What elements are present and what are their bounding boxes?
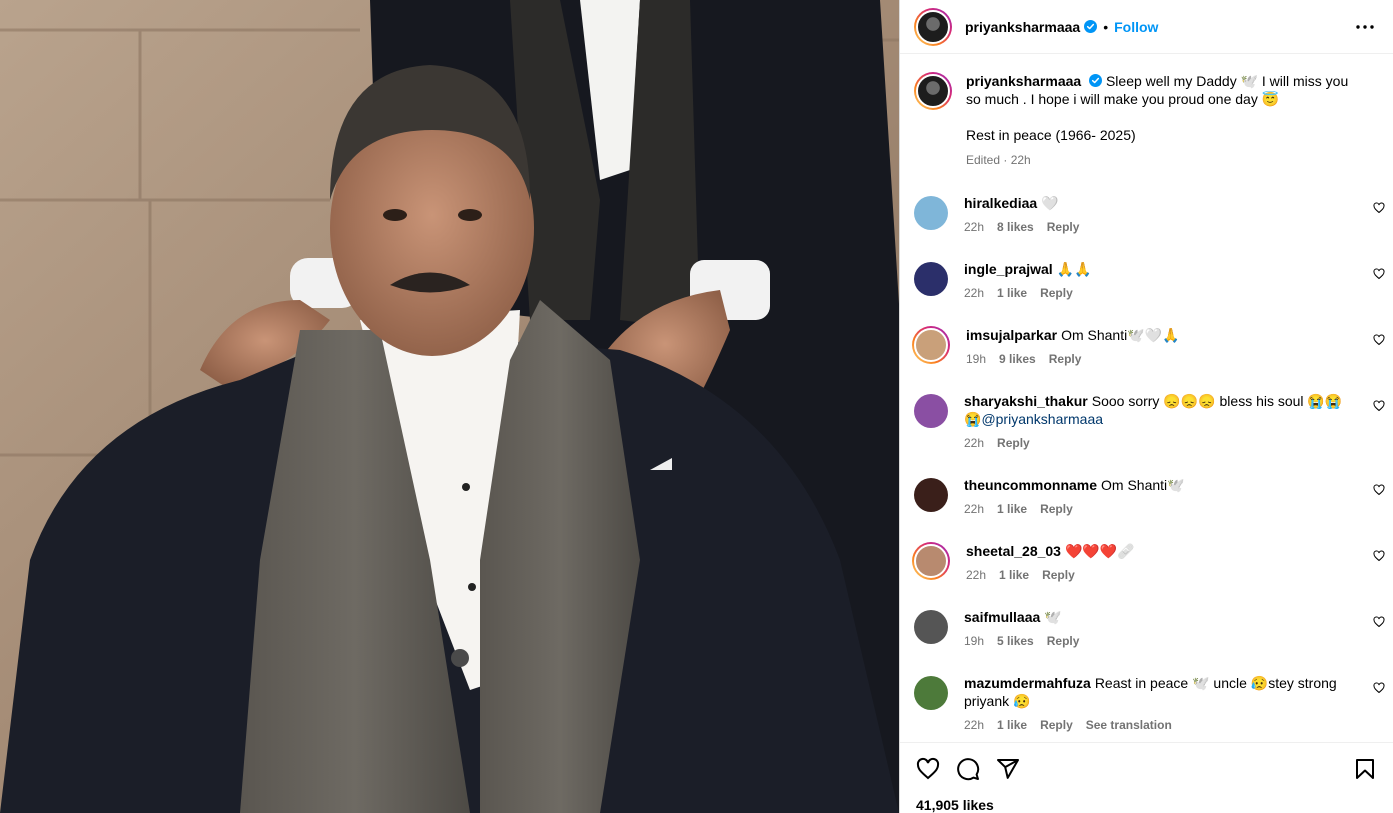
caption-text-line2: Rest in peace (1966- 2025) <box>966 127 1136 143</box>
comment-icon[interactable] <box>956 757 980 781</box>
verified-badge-icon <box>1089 74 1103 87</box>
caption-username[interactable]: priyanksharmaaa <box>966 73 1081 89</box>
verified-badge-icon <box>1084 20 1098 33</box>
comment-like-heart-icon[interactable] <box>1373 334 1385 346</box>
comment-username[interactable]: imsujalparkar <box>966 327 1057 343</box>
comment-username[interactable]: theuncommonname <box>964 477 1097 493</box>
comment-likes[interactable]: 9 likes <box>999 350 1036 368</box>
share-icon[interactable] <box>996 757 1020 781</box>
comment-time[interactable]: 22h <box>964 218 984 236</box>
reply-button[interactable]: Reply <box>1040 284 1073 302</box>
commenter-avatar[interactable] <box>914 478 948 512</box>
comment-username[interactable]: ingle_prajwal <box>964 261 1053 277</box>
comment-time[interactable]: 19h <box>966 350 986 368</box>
commenter-avatar[interactable] <box>914 610 948 644</box>
caption-avatar[interactable] <box>914 72 952 110</box>
mention-link[interactable]: @priyanksharmaaa <box>981 411 1103 427</box>
comment-item: hiralkediaa 🤍 22h 8 likes Reply <box>914 194 1393 236</box>
comment-likes[interactable]: 1 like <box>999 566 1029 584</box>
comment-text: Om Shanti🕊️ <box>1101 477 1185 493</box>
comment-likes[interactable]: 1 like <box>997 500 1027 518</box>
comment-time[interactable]: 22h <box>966 566 986 584</box>
comment-text: 🤍 <box>1041 195 1059 211</box>
post-caption: priyanksharmaaa Sleep well my Daddy 🕊️ I… <box>900 54 1393 169</box>
comment-like-heart-icon[interactable] <box>1373 484 1385 496</box>
post-image <box>0 0 899 813</box>
comment-text: Sooo sorry 😞😞😞 bless his soul 😭😭 <box>1091 393 1343 409</box>
more-options-icon[interactable] <box>1353 15 1377 39</box>
comment-text-line2: 😭 <box>964 411 982 427</box>
comment-time[interactable]: 19h <box>964 632 984 650</box>
comment-item: sheetal_28_03 ❤️❤️❤️🩹 22h 1 like Reply <box>912 542 1393 584</box>
comment-time[interactable]: 22h <box>964 284 984 302</box>
comment-text: 🕊️ <box>1044 609 1062 625</box>
comments-scroll-area[interactable]: priyanksharmaaa Sleep well my Daddy 🕊️ I… <box>900 54 1393 742</box>
comment-text-line2: priyank 😥 <box>964 693 1031 709</box>
comment-text: ❤️❤️❤️🩹 <box>1064 543 1135 559</box>
commenter-avatar[interactable] <box>914 676 948 710</box>
comment-likes[interactable]: 8 likes <box>997 218 1034 236</box>
likes-count[interactable]: 41,905 likes <box>916 797 1377 813</box>
comment-username[interactable]: mazumdermahfuza <box>964 675 1091 691</box>
comment-like-heart-icon[interactable] <box>1373 202 1385 214</box>
post-photo[interactable] <box>0 0 899 813</box>
comment-time[interactable]: 22h <box>964 716 984 734</box>
comment-item: imsujalparkar Om Shanti🕊️🤍🙏 19h 9 likes Rep… <box>912 326 1393 368</box>
caption-meta: Edited · 22h <box>966 153 1031 167</box>
reply-button[interactable]: Reply <box>1047 632 1080 650</box>
comment-text: 🙏🙏 <box>1056 261 1092 277</box>
comment-item: mazumdermahfuza Reast in peace 🕊️ uncle 😥… <box>914 674 1393 734</box>
post-header: priyanksharmaaa • Follow <box>900 0 1393 54</box>
comment-item: theuncommonname Om Shanti🕊️ 22h 1 like Repl… <box>914 476 1393 518</box>
reply-button[interactable]: Reply <box>1047 218 1080 236</box>
comment-likes[interactable]: 1 like <box>997 284 1027 302</box>
comment-item: sharyakshi_thakur Sooo sorry 😞😞😞 bless hi… <box>914 392 1393 452</box>
comment-like-heart-icon[interactable] <box>1373 400 1385 412</box>
comment-username[interactable]: sheetal_28_03 <box>966 543 1061 559</box>
comment-like-heart-icon[interactable] <box>1373 616 1385 628</box>
owner-username[interactable]: priyanksharmaaa <box>965 19 1080 35</box>
commenter-avatar[interactable] <box>914 262 948 296</box>
comment-like-heart-icon[interactable] <box>1373 268 1385 280</box>
separator-dot: • <box>1103 18 1109 35</box>
reply-button[interactable]: Reply <box>997 434 1030 452</box>
see-translation-link[interactable]: See translation <box>1086 716 1172 734</box>
comment-username[interactable]: sharyakshi_thakur <box>964 393 1088 409</box>
commenter-avatar[interactable] <box>912 542 950 580</box>
commenter-avatar[interactable] <box>912 326 950 364</box>
commenter-avatar[interactable] <box>914 196 948 230</box>
comment-username[interactable]: saifmullaaa <box>964 609 1040 625</box>
comment-text: Reast in peace 🕊️ uncle 😥stey strong <box>1094 675 1337 691</box>
comment-likes[interactable]: 1 like <box>997 716 1027 734</box>
comment-like-heart-icon[interactable] <box>1373 682 1385 694</box>
reply-button[interactable]: Reply <box>1040 500 1073 518</box>
comment-item: saifmullaaa 🕊️ 19h 5 likes Reply <box>914 608 1393 650</box>
comment-time[interactable]: 22h <box>964 434 984 452</box>
commenter-avatar[interactable] <box>914 394 948 428</box>
comment-text: Om Shanti🕊️🤍🙏 <box>1061 327 1180 343</box>
comment-item: ingle_prajwal 🙏🙏 22h 1 like Reply <box>914 260 1393 302</box>
reply-button[interactable]: Reply <box>1049 350 1082 368</box>
post-container: priyanksharmaaa • Follow priyanksharmaaa <box>0 0 1393 813</box>
heart-icon[interactable] <box>916 757 940 781</box>
comment-time[interactable]: 22h <box>964 500 984 518</box>
follow-button[interactable]: Follow <box>1114 19 1158 35</box>
comment-username[interactable]: hiralkediaa <box>964 195 1037 211</box>
comment-like-heart-icon[interactable] <box>1373 550 1385 562</box>
action-bar: 41,905 likes <box>900 742 1393 813</box>
reply-button[interactable]: Reply <box>1040 716 1073 734</box>
owner-avatar[interactable] <box>914 7 952 46</box>
comment-likes[interactable]: 5 likes <box>997 632 1034 650</box>
reply-button[interactable]: Reply <box>1042 566 1075 584</box>
bookmark-icon[interactable] <box>1353 757 1377 781</box>
post-sidebar: priyanksharmaaa • Follow priyanksharmaaa <box>899 0 1393 813</box>
